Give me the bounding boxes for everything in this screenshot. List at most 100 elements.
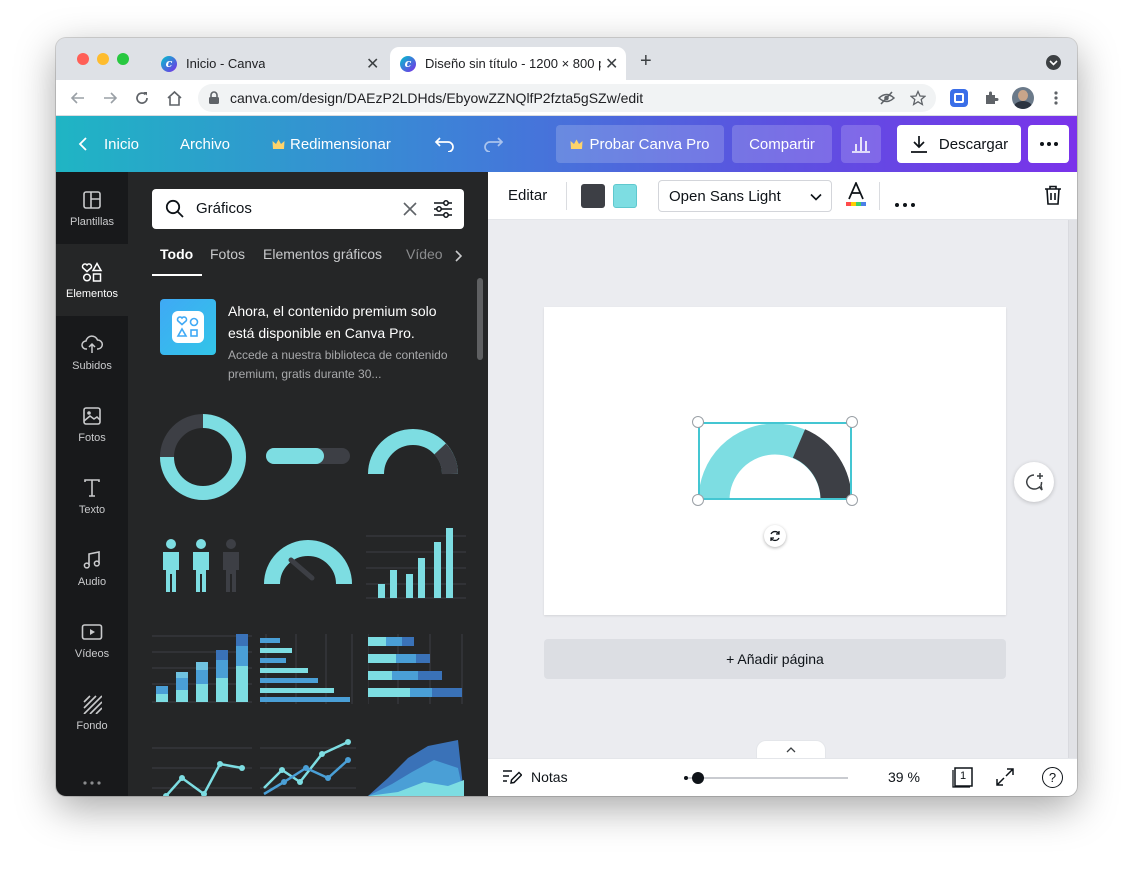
reload-icon[interactable] [131,87,153,109]
panel-scrollbar[interactable] [477,278,483,360]
rail-item-text[interactable]: Texto [56,460,128,532]
puzzle-extensions-icon[interactable] [980,87,1002,109]
eye-off-icon[interactable] [878,90,895,106]
expand-pages-button[interactable] [756,740,826,758]
donut-chart-thumbnail[interactable] [158,412,248,502]
rail-item-uploads[interactable]: Subidos [56,316,128,388]
more-apps-icon[interactable] [83,772,101,790]
close-tab-icon[interactable]: ✕ [366,54,379,74]
search-box[interactable]: Gráficos [152,189,464,229]
speedometer-thumbnail[interactable] [264,538,352,588]
bar-chart-icon [852,137,870,153]
close-tab-icon[interactable]: ✕ [605,54,618,74]
search-icon [165,199,184,218]
resize-handle-top-left[interactable] [692,416,704,428]
profile-avatar[interactable] [1012,87,1034,109]
font-family-select[interactable]: Open Sans Light [658,180,832,212]
file-menu-button[interactable]: Archivo [180,116,230,172]
close-window-button[interactable] [77,53,89,65]
filter-icon[interactable] [433,200,453,218]
home-button[interactable]: Inicio [78,116,139,172]
redo-icon [484,137,504,152]
resize-button[interactable]: Redimensionar [272,116,391,172]
rail-item-videos[interactable]: Vídeos [56,604,128,676]
undo-button[interactable] [434,116,456,172]
rail-item-audio[interactable]: Audio [56,532,128,604]
bar-chart-thumbnail[interactable] [366,526,466,600]
zoom-slider[interactable] [684,772,848,784]
tab-design[interactable]: c Diseño sin título - 1200 × 800 p ✕ [390,47,626,80]
promo-elements-icon [160,299,216,355]
tab-strip: c Inicio - Canva ✕ c Diseño sin título -… [56,38,1077,80]
help-icon[interactable]: ? [1042,767,1063,788]
address-bar: canva.com/design/DAEzP2LDHds/EbyowZZNQlf… [56,80,1077,116]
background-icon [80,692,104,716]
color-swatch-dark[interactable] [581,184,605,208]
category-tab-photos[interactable]: Fotos [210,246,245,262]
add-page-button[interactable]: + Añadir página [544,639,1006,679]
maximize-window-button[interactable] [117,53,129,65]
notes-button[interactable]: Notas [502,768,568,786]
page-count-button[interactable]: 1 [952,766,974,788]
rail-item-photos[interactable]: Fotos [56,388,128,460]
rail-label: Subidos [72,360,112,372]
browser-menu-icon[interactable] [1045,87,1067,109]
people-chart-thumbnail[interactable] [158,538,248,594]
rail-item-templates[interactable]: Plantillas [56,172,128,244]
rail-item-background[interactable]: Fondo [56,676,128,748]
category-tab-graphics[interactable]: Elementos gráficos [263,246,382,262]
home-icon[interactable] [163,87,185,109]
minimize-window-button[interactable] [97,53,109,65]
design-page[interactable] [544,307,1006,615]
resize-handle-top-right[interactable] [846,416,858,428]
edit-button[interactable]: Editar [508,187,547,204]
photos-icon [80,404,104,428]
category-tab-video[interactable]: Vídeo [406,246,444,262]
zoom-slider-knob[interactable] [692,772,705,784]
multi-line-chart-thumbnail[interactable] [260,738,356,796]
half-gauge-thumbnail[interactable] [368,428,458,478]
line-chart-thumbnail[interactable] [152,738,252,796]
tab-title: Inicio - Canva [186,56,266,71]
insights-button[interactable] [841,125,881,163]
promo-subtitle: Accede a nuestra biblioteca de contenido… [228,348,448,381]
zoom-level[interactable]: 39 % [888,769,920,785]
comment-button[interactable] [1014,462,1054,502]
new-tab-button[interactable]: + [640,50,652,73]
color-swatch-teal[interactable] [613,184,637,208]
search-input[interactable]: Gráficos [196,200,252,217]
home-label: Inicio [104,135,140,153]
upload-icon [80,332,104,356]
horizontal-bar-chart-thumbnail[interactable] [260,634,356,704]
text-color-button[interactable] [845,180,867,208]
redo-button[interactable] [482,116,504,172]
more-toolbar-options-icon[interactable] [895,194,915,212]
rail-item-elements[interactable]: Elementos [56,244,128,316]
resize-handle-bottom-right[interactable] [846,494,858,506]
toolbar-divider [566,182,567,210]
extension-icon[interactable] [950,89,968,107]
clear-search-icon[interactable] [403,202,417,216]
stacked-horizontal-bar-thumbnail[interactable] [368,634,464,704]
tab-search-button[interactable] [1046,55,1061,70]
workspace-scrollbar[interactable] [1068,220,1077,758]
forward-icon[interactable] [99,87,121,109]
trash-icon[interactable] [1044,185,1062,210]
tab-inicio[interactable]: c Inicio - Canva ✕ [152,47,386,80]
chevron-right-icon[interactable] [454,250,462,262]
area-chart-thumbnail[interactable] [368,738,464,796]
more-options-button[interactable] [1028,125,1069,163]
resize-handle-bottom-left[interactable] [692,494,704,506]
category-tab-all[interactable]: Todo [160,246,193,262]
download-button[interactable]: Descargar [897,125,1021,163]
back-icon[interactable] [67,87,89,109]
progress-bar-thumbnail[interactable] [264,446,352,466]
try-pro-button[interactable]: Probar Canva Pro [556,125,724,163]
omnibox[interactable]: canva.com/design/DAEzP2LDHds/EbyowZZNQlf… [198,84,936,112]
star-icon[interactable] [910,90,926,106]
fullscreen-icon[interactable] [996,768,1014,791]
chevron-left-icon [78,137,87,151]
share-button[interactable]: Compartir [732,125,832,163]
rotate-handle[interactable] [764,525,786,547]
stacked-bar-chart-thumbnail[interactable] [152,632,252,704]
